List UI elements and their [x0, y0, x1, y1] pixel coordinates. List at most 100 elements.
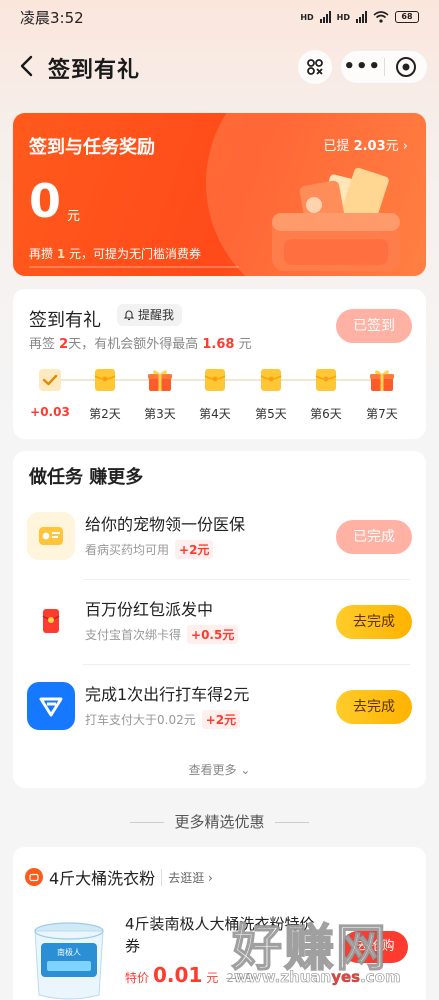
task-item[interactable]: 给你的宠物领一份医保 看病买药均可用 +2元 已完成: [13, 496, 426, 580]
envelope-icon: [315, 369, 337, 391]
task-bonus-badge: +2元: [201, 710, 241, 729]
sub-suffix: 元: [238, 337, 252, 352]
remind-me-label: 提醒我: [138, 308, 175, 322]
bell-icon: [123, 310, 135, 321]
deal-store-header: 4斤大桶洗衣粉 去逛逛 ›: [25, 865, 213, 889]
checkin-day-label: 第7天: [366, 407, 398, 421]
tip-suffix: 元，可提为无门槛消费券: [69, 247, 202, 261]
checkin-day-1: +0.03: [25, 367, 75, 419]
see-more-label: 查看更多: [188, 763, 237, 777]
checkin-day-2: 第2天: [80, 367, 130, 422]
more-options-button[interactable]: •••: [341, 52, 384, 82]
product-brand: 南极人: [57, 947, 81, 957]
envelope-icon: [260, 369, 282, 391]
task-divider: [83, 664, 410, 665]
checkin-day-7: 第7天: [357, 367, 407, 422]
browse-store-link[interactable]: 去逛逛 ›: [161, 868, 213, 886]
reward-unit: 元: [67, 209, 81, 224]
task-title: 百万份红包派发中: [85, 600, 214, 619]
red-packet-icon: [27, 597, 75, 645]
checkin-day-label: 第4天: [199, 407, 231, 421]
task-subtitle: 打车支付大于0.02元 +2元: [85, 710, 241, 729]
detergent-bucket-image: 南极人: [34, 922, 104, 1000]
sub-mid: 天，有机会额外得最高: [68, 337, 199, 352]
checkin-day-label: 第3天: [144, 407, 176, 421]
back-arrow-icon[interactable]: [14, 52, 42, 80]
wm-url-suffix: .com: [360, 968, 401, 987]
watermark-url: www.zhuanyes.com: [234, 968, 401, 987]
reward-progress-track: [29, 266, 239, 268]
signed-in-button[interactable]: 已签到: [336, 309, 412, 343]
tip-amount: 1: [56, 247, 66, 261]
status-bar: 凌晨3:52 HD HD 68: [0, 0, 439, 34]
signal-label-2: HD: [336, 12, 350, 22]
reward-title: 签到与任务奖励: [29, 137, 155, 158]
checkin-subtitle: 再签 2天，有机会额外得最高 1.68 元: [29, 333, 252, 352]
more-deals-heading: 更多精选优惠: [0, 811, 439, 832]
task-divider: [83, 579, 410, 580]
scan-icon: [307, 59, 323, 75]
checkin-day-4: 第4天: [190, 367, 240, 422]
wm-url-red: yes: [331, 968, 361, 987]
withdrawn-suffix: 元: [385, 139, 399, 154]
envelope-icon: [204, 369, 226, 391]
tip-prefix: 再攒: [29, 247, 54, 261]
price-label: 特价: [125, 971, 150, 985]
checked-envelope-icon: [39, 369, 61, 391]
page-title: 签到有礼: [48, 58, 141, 83]
chevron-right-icon: ›: [402, 139, 408, 154]
checkin-days: +0.03 第2天 第3天 第4天 第5天 第6天 第7天: [13, 367, 426, 427]
task-desc: 看病买药均可用: [85, 543, 170, 557]
task-desc: 打车支付大于0.02元: [85, 713, 196, 727]
nav-bar: 签到有礼 •••: [0, 44, 439, 90]
task-title: 完成1次出行打车得2元: [85, 685, 250, 704]
envelope-icon: [94, 369, 116, 391]
task-bonus-badge: +2元: [175, 540, 214, 559]
wallet-coupons-icon: [272, 167, 400, 271]
task-bonus-badge: +0.5元: [187, 625, 239, 644]
scan-button[interactable]: [298, 50, 332, 84]
task-subtitle: 支付宝首次绑卡得 +0.5元: [85, 625, 239, 644]
tasks-card: 做任务 赚更多 查看更多 ⌄ 给你的宠物领一份医保 看病买药均可用 +2元 已完成 百万…: [13, 451, 426, 788]
battery-icon: 68: [395, 11, 419, 23]
sub-days: 2: [59, 337, 69, 352]
task-action-button[interactable]: 去完成: [336, 690, 412, 724]
price-value: 0.01: [153, 963, 203, 987]
sub-prefix: 再签: [29, 337, 56, 352]
checkin-card: 签到有礼 提醒我 再签 2天，有机会额外得最高 1.68 元 已签到 +0.03…: [13, 289, 426, 439]
task-item[interactable]: 百万份红包派发中支付宝首次绑卡得 +0.5元 去完成: [13, 581, 426, 665]
task-action-button[interactable]: 去完成: [336, 605, 412, 639]
signal-icon: [319, 11, 331, 23]
chevron-down-icon: ⌄: [240, 763, 251, 777]
checkin-day-5: 第5天: [246, 367, 296, 422]
site-watermark: 好赚网 www.zhuanyes.com: [231, 908, 432, 998]
gift-icon: [148, 370, 172, 391]
task-desc: 支付宝首次绑卡得: [85, 628, 182, 642]
checkin-title: 签到有礼: [29, 310, 101, 331]
task-subtitle: 看病买药均可用 +2元: [85, 540, 214, 559]
checkin-day-label: 第2天: [89, 407, 121, 421]
sub-amount: 1.68: [202, 337, 235, 352]
reward-tip: 再攒 1 元，可提为无门槛消费券: [29, 245, 201, 262]
see-more-link[interactable]: 查看更多 ⌄: [13, 761, 426, 778]
close-mini-program-button[interactable]: [384, 56, 427, 78]
tv-icon: [25, 868, 43, 886]
withdrawn-link[interactable]: 已提 2.03元 ›: [323, 135, 408, 154]
status-icons: HD HD 68: [300, 11, 419, 23]
signal-label-1: HD: [300, 12, 314, 22]
signal-icon-2: [356, 11, 367, 23]
browse-label: 去逛逛: [168, 870, 205, 885]
heading-rule-right: [275, 822, 310, 823]
checkin-day-3: 第3天: [135, 367, 185, 422]
checkin-day-label: +0.03: [30, 405, 70, 419]
remind-me-button[interactable]: 提醒我: [117, 304, 183, 326]
checkin-day-6: 第6天: [301, 367, 351, 422]
task-item[interactable]: 完成1次出行打车得2元打车支付大于0.02元 +2元 去完成: [13, 666, 426, 750]
checkin-day-label: 第5天: [255, 407, 287, 421]
task-action-button[interactable]: 已完成: [336, 520, 412, 554]
wifi-icon: [373, 11, 389, 23]
target-icon: [395, 57, 416, 77]
more-deals-title: 更多精选优惠: [174, 813, 265, 831]
deal-store-name: 4斤大桶洗衣粉: [49, 869, 156, 888]
gift-icon: [370, 370, 394, 391]
